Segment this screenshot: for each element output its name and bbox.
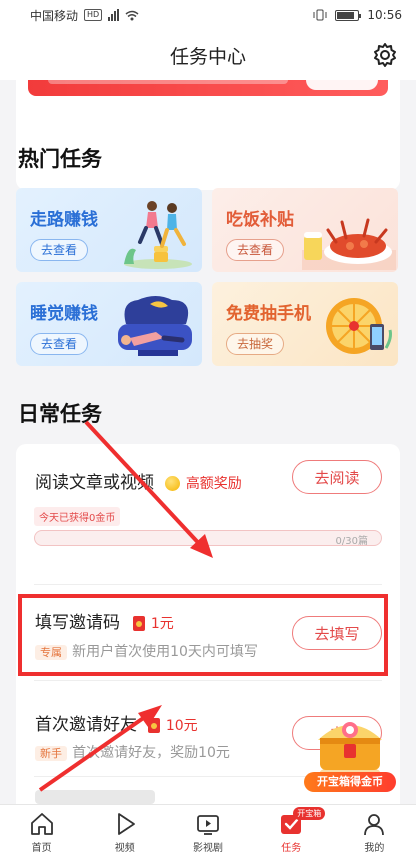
task-desc-row: 新手 首次邀请好友，奖励10元 <box>35 742 230 762</box>
banner-pill[interactable] <box>306 80 378 90</box>
earned-note: 今天已获得0金币 <box>34 507 121 526</box>
sleeping-person-icon <box>118 296 192 356</box>
task-title: 阅读文章或视频 高额奖励 <box>35 468 242 493</box>
status-left: 中国移动 HD <box>30 7 139 24</box>
hot-card-button[interactable]: 去查看 <box>226 239 285 261</box>
red-envelope-icon <box>148 717 161 733</box>
task-read: 阅读文章或视频 高额奖励 去阅读 今天已获得0金币 0/30篇 <box>16 444 400 584</box>
hot-card-sleep[interactable]: 睡觉赚钱 去查看 <box>16 282 202 366</box>
top-card <box>16 80 400 190</box>
task-title-text: 阅读文章或视频 <box>35 473 154 493</box>
task-title: 首次邀请好友 10元 <box>35 710 198 735</box>
status-time: 10:56 <box>367 8 402 22</box>
hot-card-button[interactable]: 去抽奖 <box>226 333 285 355</box>
tab-home[interactable]: 首页 <box>0 805 83 856</box>
vibrate-icon <box>313 9 327 21</box>
page-title: 任务中心 <box>169 45 246 68</box>
task-title-text: 首次邀请好友 <box>35 715 137 735</box>
wifi-icon <box>125 10 139 20</box>
hot-card-lottery[interactable]: 免费抽手机 去抽奖 <box>212 282 398 366</box>
coin-icon <box>165 475 181 491</box>
hot-card-title: 走路赚钱 <box>30 210 98 230</box>
tab-label: 任务 <box>281 843 302 854</box>
hd-badge: HD <box>84 9 103 21</box>
signal-icon <box>108 9 120 21</box>
tab-label: 首页 <box>31 843 52 854</box>
task-desc: 首次邀请好友，奖励10元 <box>72 745 230 761</box>
tab-video[interactable]: 视频 <box>83 805 166 856</box>
task-reward: 高额奖励 <box>185 476 242 492</box>
hot-card-button[interactable]: 去查看 <box>30 333 89 355</box>
hot-card-title: 吃饭补贴 <box>226 210 294 230</box>
hot-card-walk[interactable]: 走路赚钱 去查看 <box>16 188 202 272</box>
home-icon <box>30 813 53 835</box>
hot-card-title: 免费抽手机 <box>226 304 311 324</box>
tab-tasks[interactable]: 开宝箱 任务 <box>250 805 333 856</box>
treasure-chest-icon <box>318 722 382 778</box>
tab-badge: 开宝箱 <box>293 807 326 820</box>
next-task-peek <box>35 790 155 804</box>
play-icon <box>117 813 135 835</box>
treasure-chest-button[interactable]: 开宝箱得金币 <box>304 710 396 792</box>
read-button[interactable]: 去阅读 <box>292 460 382 494</box>
tab-drama[interactable]: 影视剧 <box>166 805 249 856</box>
red-banner[interactable] <box>28 80 388 96</box>
hot-card-title: 睡觉赚钱 <box>30 304 98 324</box>
hot-card-meal[interactable]: 吃饭补贴 去查看 <box>212 188 398 272</box>
tv-icon <box>197 815 219 835</box>
prize-wheel-icon <box>326 298 392 354</box>
crawfish-plate-icon <box>302 218 396 270</box>
carrier-name: 中国移动 <box>30 8 79 23</box>
treasure-label: 开宝箱得金币 <box>304 772 396 792</box>
newbie-tag: 新手 <box>35 746 67 761</box>
user-icon <box>364 814 385 836</box>
daily-tasks-title: 日常任务 <box>18 402 102 426</box>
tab-bar: 首页 视频 影视剧 开宝箱 任务 我的 <box>0 804 416 856</box>
read-progress-text: 0/30篇 <box>335 536 368 547</box>
tab-label: 视频 <box>114 843 135 854</box>
tab-label: 我的 <box>364 843 385 854</box>
tab-profile[interactable]: 我的 <box>333 805 416 856</box>
hot-tasks-title: 热门任务 <box>18 147 102 171</box>
scroll-area[interactable]: 热门任务 走路赚钱 去查看 吃饭补贴 去查看 睡觉赚钱 去查看 免费抽手机 去抽… <box>0 80 416 804</box>
highlight-box <box>18 594 388 676</box>
nav-bar: 任务中心 <box>0 30 416 80</box>
running-people-icon <box>124 201 192 269</box>
banner-text-blur <box>48 80 288 84</box>
tab-label: 影视剧 <box>193 843 223 854</box>
status-bar: 中国移动 HD 10:56 <box>0 0 416 30</box>
task-reward: 10元 <box>165 718 198 734</box>
gear-icon[interactable] <box>372 42 398 68</box>
read-progress-bar <box>34 530 382 546</box>
hot-tasks-panel: 走路赚钱 去查看 吃饭补贴 去查看 睡觉赚钱 去查看 免费抽手机 去抽奖 <box>16 180 400 380</box>
battery-icon <box>335 9 362 21</box>
status-right: 10:56 <box>313 8 402 22</box>
hot-card-button[interactable]: 去查看 <box>30 239 89 261</box>
